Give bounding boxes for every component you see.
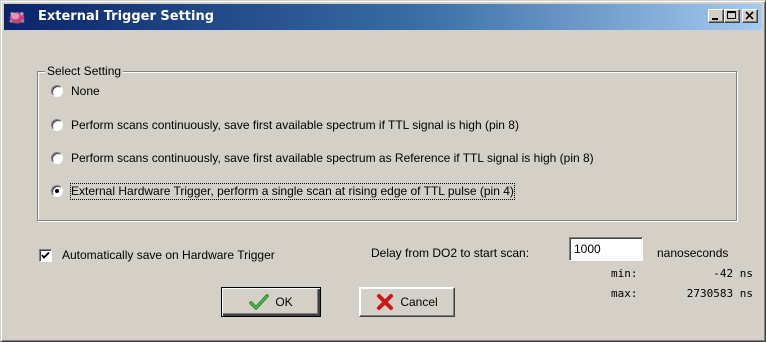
check-mark-icon	[41, 251, 50, 259]
radio-label: None	[71, 83, 100, 98]
red-x-icon	[377, 294, 394, 310]
cancel-button[interactable]: Cancel	[359, 287, 455, 317]
title-bar[interactable]: External Trigger Setting	[4, 4, 762, 30]
auto-save-label: Automatically save on Hardware Trigger	[62, 248, 275, 262]
app-icon	[9, 12, 25, 24]
radio-button[interactable]	[51, 119, 63, 131]
delay-label: Delay from DO2 to start scan:	[371, 246, 530, 260]
radio-option-external-hardware-trigger[interactable]: External Hardware Trigger, perform a sin…	[51, 182, 515, 200]
max-value: 2730583 ns	[686, 287, 753, 300]
close-icon	[745, 11, 754, 20]
external-trigger-dialog: External Trigger Setting Select Setting …	[0, 0, 766, 342]
cancel-button-label: Cancel	[400, 295, 438, 309]
auto-save-checkbox-row[interactable]: Automatically save on Hardware Trigger	[39, 247, 275, 263]
radio-label: Perform scans continuously, save first a…	[71, 117, 519, 132]
maximize-button[interactable]	[724, 9, 740, 23]
max-label: max:	[611, 287, 638, 300]
minimize-icon	[712, 18, 718, 20]
min-value: -42 ns	[713, 267, 753, 280]
auto-save-checkbox[interactable]	[39, 248, 52, 262]
window-title: External Trigger Setting	[38, 9, 215, 24]
radio-option-none[interactable]: None	[51, 82, 100, 100]
ok-button-label: OK	[275, 295, 293, 309]
radio-option-scan-save-reference[interactable]: Perform scans continuously, save first a…	[51, 149, 594, 167]
delay-input[interactable]: 1000	[569, 237, 643, 261]
radio-button[interactable]	[51, 152, 63, 164]
radio-button-selected[interactable]	[51, 185, 63, 197]
radio-button[interactable]	[51, 85, 63, 97]
ok-button[interactable]: OK	[221, 287, 321, 317]
maximize-icon	[727, 11, 736, 19]
checkmark-icon	[249, 294, 270, 310]
radio-label: External Hardware Trigger, perform a sin…	[70, 182, 515, 200]
minimize-button[interactable]	[708, 9, 724, 23]
select-setting-legend: Select Setting	[45, 64, 124, 78]
close-button[interactable]	[742, 9, 758, 23]
radio-label: Perform scans continuously, save first a…	[71, 150, 594, 165]
radio-option-scan-save-if-high[interactable]: Perform scans continuously, save first a…	[51, 116, 519, 134]
delay-unit: nanoseconds	[657, 246, 729, 260]
min-label: min:	[611, 267, 638, 280]
